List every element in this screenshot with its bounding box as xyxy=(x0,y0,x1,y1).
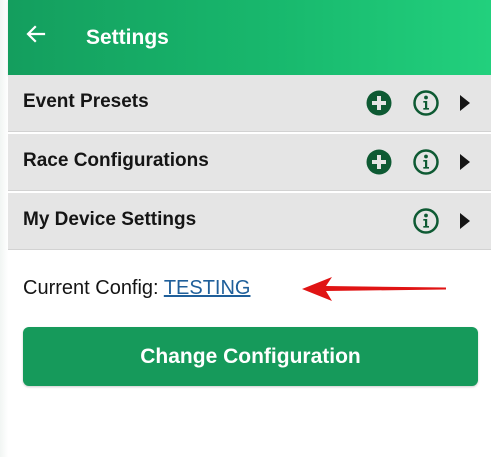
caret-right-icon[interactable] xyxy=(459,212,471,230)
caret-right-icon[interactable] xyxy=(459,153,471,171)
row-race-configurations[interactable]: Race Configurations xyxy=(8,134,491,191)
info-circle-icon xyxy=(413,149,439,175)
row-event-presets[interactable]: Event Presets xyxy=(8,75,491,132)
app-bar: Settings xyxy=(8,0,491,75)
info-circle-icon xyxy=(413,208,439,234)
row-label: Event Presets xyxy=(23,91,149,112)
plus-circle-icon xyxy=(366,149,392,175)
info-event-presets-button[interactable] xyxy=(413,90,439,116)
row-label: Race Configurations xyxy=(23,150,209,171)
page-title: Settings xyxy=(86,26,169,49)
plus-circle-icon xyxy=(366,90,392,116)
row-label: My Device Settings xyxy=(23,209,197,230)
row-my-device-settings[interactable]: My Device Settings xyxy=(8,193,491,250)
change-configuration-button[interactable]: Change Configuration xyxy=(23,327,478,386)
arrow-left-icon xyxy=(26,25,46,43)
add-race-configuration-button[interactable] xyxy=(366,149,392,175)
back-button[interactable] xyxy=(24,22,48,46)
background-edge xyxy=(0,0,8,457)
red-arrow-annotation xyxy=(302,277,446,301)
info-device-settings-button[interactable] xyxy=(413,208,439,234)
current-config: Current Config: TESTING xyxy=(23,276,250,300)
info-circle-icon xyxy=(413,90,439,116)
current-config-link[interactable]: TESTING xyxy=(164,277,251,299)
current-config-label: Current Config: xyxy=(23,277,164,299)
info-race-configurations-button[interactable] xyxy=(413,149,439,175)
add-event-preset-button[interactable] xyxy=(366,90,392,116)
caret-right-icon[interactable] xyxy=(459,94,471,112)
settings-screen: Settings Event Presets Race Configuratio… xyxy=(8,0,491,457)
